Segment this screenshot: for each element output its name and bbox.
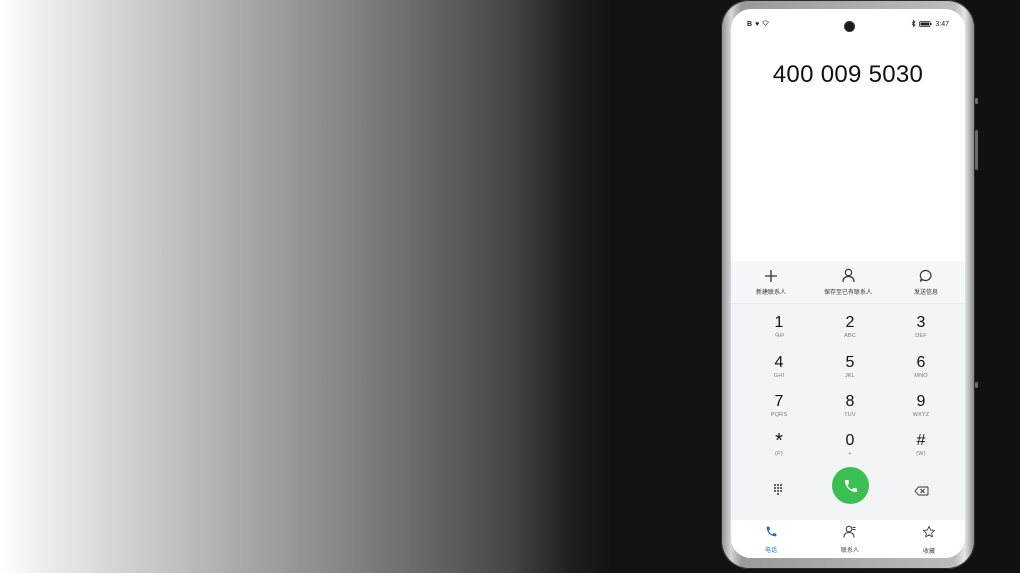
keypad: 1 2 ABC 3 DEF 4 GHI 5 JKL 6 MNO 7 PQRS 8… <box>731 304 965 520</box>
key-3[interactable]: 3 DEF <box>891 314 951 350</box>
key-hash[interactable]: # (W) <box>891 432 951 468</box>
key-letters: ABC <box>844 333 856 339</box>
key-digit: * <box>775 430 783 452</box>
key-letters: JKL <box>844 373 856 379</box>
star-icon <box>922 525 936 538</box>
key-4[interactable]: 4 GHI <box>749 354 809 390</box>
key-digit: 4 <box>774 354 784 371</box>
key-digit: # <box>916 432 926 449</box>
dialed-number[interactable]: 400 009 5030 <box>731 61 965 89</box>
status-time: 3:47 <box>935 21 949 28</box>
send-message-button[interactable]: 发送信息 <box>891 267 961 296</box>
key-digit: 3 <box>916 314 926 331</box>
key-digit: 9 <box>916 393 926 410</box>
key-5[interactable]: 5 JKL <box>820 354 880 390</box>
dialer-actions: 新建联系人 保存至已有联系人 发送信息 <box>731 261 965 304</box>
phone-icon <box>766 526 776 537</box>
front-camera <box>844 21 855 32</box>
phone-frame: B ♥ 3:47 400 009 5030 新建联系人 保存至已有联系人 发送信… <box>721 0 978 569</box>
wifi-icon <box>762 20 770 28</box>
b-icon: B <box>747 20 753 28</box>
save-to-contact-button[interactable]: 保存至已有联系人 <box>813 267 883 296</box>
key-digit: 6 <box>916 354 926 371</box>
new-contact-button[interactable]: 新建联系人 <box>736 267 806 296</box>
phone-icon <box>844 479 857 492</box>
key-7[interactable]: 7 PQRS <box>749 393 809 429</box>
save-to-contact-label: 保存至已有联系人 <box>823 290 872 296</box>
key-letters: GHI <box>773 373 785 379</box>
voicemail-icon <box>749 332 809 340</box>
key-letters: TUV <box>844 412 856 418</box>
battery-icon <box>919 20 932 29</box>
phone-screen: B ♥ 3:47 400 009 5030 新建联系人 保存至已有联系人 发送信… <box>731 9 965 558</box>
key-0[interactable]: 0 + <box>820 432 880 468</box>
backspace-button[interactable] <box>914 483 929 501</box>
tab-favorites-label: 收藏 <box>922 549 935 555</box>
key-9[interactable]: 9 WXYZ <box>891 393 951 429</box>
key-2[interactable]: 2 ABC <box>820 314 880 350</box>
dialpad-icon <box>774 484 782 495</box>
key-1[interactable]: 1 <box>749 314 809 350</box>
send-message-label: 发送信息 <box>913 290 938 296</box>
tab-contacts-label: 联系人 <box>840 548 859 554</box>
side-button <box>975 382 978 388</box>
tab-phone-label: 电话 <box>764 548 777 554</box>
key-digit: 5 <box>845 354 855 371</box>
key-letters: + <box>848 451 852 457</box>
key-letters: (P) <box>775 451 783 457</box>
key-digit: 0 <box>845 432 855 449</box>
call-button[interactable] <box>832 467 869 504</box>
key-6[interactable]: 6 MNO <box>891 354 951 390</box>
key-letters: DEF <box>915 333 927 339</box>
new-contact-label: 新建联系人 <box>755 290 786 296</box>
key-8[interactable]: 8 TUV <box>820 393 880 429</box>
contacts-icon <box>843 525 856 538</box>
backspace-icon <box>914 486 929 496</box>
key-letters: (W) <box>916 451 926 457</box>
key-letters: MNO <box>914 373 928 379</box>
keypad-toggle-button[interactable] <box>773 482 783 500</box>
heart-icon: ♥ <box>755 20 760 28</box>
key-star[interactable]: * (P) <box>749 430 809 468</box>
bottom-tabbar: 电话 联系人 收藏 <box>731 520 965 558</box>
power-button <box>975 130 978 170</box>
message-icon <box>919 269 932 282</box>
tab-favorites[interactable]: 收藏 <box>899 525 959 555</box>
volume-button <box>975 98 978 104</box>
key-digit: 7 <box>774 393 784 410</box>
plus-icon <box>765 269 777 282</box>
key-digit: 1 <box>774 314 784 331</box>
key-digit: 2 <box>845 314 855 331</box>
tab-phone[interactable]: 电话 <box>741 525 801 554</box>
bluetooth-icon <box>911 19 916 29</box>
person-icon <box>841 268 855 283</box>
key-digit: 8 <box>845 393 855 410</box>
key-letters: PQRS <box>770 412 788 418</box>
tab-contacts[interactable]: 联系人 <box>820 525 880 554</box>
key-letters: WXYZ <box>912 412 930 418</box>
